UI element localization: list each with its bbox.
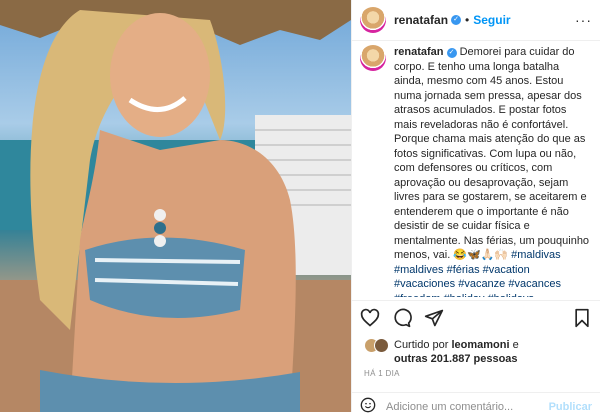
photo-illustration — [0, 0, 351, 412]
caption-avatar[interactable] — [360, 45, 386, 71]
heart-icon[interactable] — [360, 308, 380, 328]
separator-dot: • — [465, 13, 470, 27]
comment-icon[interactable] — [392, 308, 412, 328]
timestamp[interactable]: HÁ 1 DIA — [364, 369, 400, 378]
post-header: renatafan ✓ • Seguir ··· — [352, 0, 600, 41]
follow-button[interactable]: Seguir — [473, 13, 510, 27]
comment-input[interactable]: Adicione um comentário... — [386, 401, 513, 413]
instagram-post: renatafan ✓ • Seguir ··· renatafan ✓ Demo… — [0, 0, 600, 413]
bookmark-icon[interactable] — [572, 308, 592, 328]
caption-area: renatafan ✓ Demorei para cuidar do corpo.… — [352, 41, 600, 297]
comment-bar: Adicione um comentário... Publicar — [352, 392, 600, 413]
caption: renatafan ✓ Demorei para cuidar do corpo.… — [394, 45, 592, 297]
share-icon[interactable] — [424, 308, 444, 328]
publish-button[interactable]: Publicar — [549, 401, 592, 413]
caption-username[interactable]: renatafan — [394, 46, 444, 58]
caption-text: Demorei para cuidar do corpo. E tenho um… — [394, 46, 590, 261]
post-panel: renatafan ✓ • Seguir ··· renatafan ✓ Demo… — [351, 0, 600, 413]
verified-icon: ✓ — [451, 15, 462, 25]
verified-icon: ✓ — [446, 48, 457, 58]
liker-username[interactable]: leomamoni — [451, 339, 509, 351]
username-link[interactable]: renatafan — [394, 13, 448, 27]
emoji-icon[interactable] — [360, 397, 376, 413]
likes-prefix: Curtido por — [394, 339, 449, 351]
likes-text: Curtido por leomamoni e outras 201.887 p… — [394, 338, 519, 366]
likes-summary: Curtido por leomamoni e outras 201.887 p… — [364, 338, 519, 366]
likes-conjunction: e — [512, 339, 519, 351]
action-bar — [352, 300, 600, 335]
post-photo[interactable] — [0, 0, 351, 412]
liker-avatar — [374, 338, 389, 353]
more-icon[interactable]: ··· — [575, 12, 592, 28]
avatar[interactable] — [360, 7, 386, 33]
likes-count[interactable]: outras 201.887 pessoas — [394, 353, 518, 365]
